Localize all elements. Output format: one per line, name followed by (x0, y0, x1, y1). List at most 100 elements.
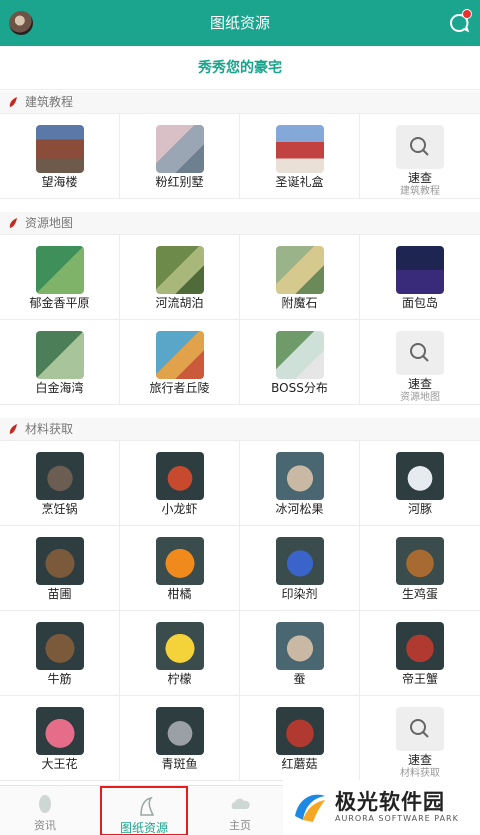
aurora-logo-icon (295, 794, 325, 822)
item-thumbnail (36, 331, 84, 379)
item-thumbnail (36, 622, 84, 670)
item-label: 生鸡蛋 (401, 587, 438, 601)
message-icon[interactable] (448, 9, 472, 34)
search-icon (396, 125, 444, 169)
item-label: 红蘑菇 (281, 757, 318, 771)
item-thumbnail (156, 125, 204, 173)
pepper-icon (9, 97, 17, 107)
item-label: 牛筋 (47, 672, 72, 686)
grid-item[interactable]: 河豚 (360, 441, 480, 526)
item-thumbnail (276, 246, 324, 294)
item-label: 小龙虾 (161, 502, 198, 516)
item-label: 河流胡泊 (155, 296, 204, 310)
item-thumbnail (36, 707, 84, 755)
top-bar: 图纸资源 (0, 0, 480, 46)
search-icon (396, 707, 444, 751)
promo-banner[interactable]: 秀秀您的豪宅 (0, 46, 480, 90)
nav-label: 主页 (229, 819, 251, 832)
item-thumbnail (396, 452, 444, 500)
quick-search-item[interactable]: 速查 资源地图 (360, 320, 480, 405)
maps-grid: 郁金香平原 河流胡泊 附魔石 面包岛 白金海湾 旅行者丘陵 BOSS分布 速查 … (0, 234, 480, 405)
item-thumbnail (36, 246, 84, 294)
watermark-title: 极光软件园 (335, 790, 445, 814)
item-thumbnail (36, 125, 84, 173)
grid-item[interactable]: 柠檬 (120, 611, 240, 696)
item-thumbnail (276, 537, 324, 585)
item-label: 烹饪锅 (41, 502, 78, 516)
cloud-icon (231, 798, 250, 809)
section-header-materials: 材料获取 (0, 418, 480, 440)
item-thumbnail (276, 125, 324, 173)
grid-item[interactable]: 河流胡泊 (120, 235, 240, 320)
blueprint-icon (140, 796, 155, 816)
item-label: 蚕 (293, 672, 306, 686)
nav-label: 图纸资源 (119, 821, 168, 835)
notification-badge (462, 9, 472, 19)
grid-item[interactable]: 帝王蟹 (360, 611, 480, 696)
item-label: 望海楼 (41, 175, 78, 189)
item-label: 青斑鱼 (161, 757, 198, 771)
item-label: 大王花 (41, 757, 78, 771)
quick-search-item[interactable]: 速查 建筑教程 (360, 114, 480, 199)
item-label: 速查 (407, 171, 432, 185)
item-thumbnail (156, 452, 204, 500)
grid-item[interactable]: 烹饪锅 (0, 441, 120, 526)
grid-item[interactable]: 大王花 (0, 696, 120, 781)
grid-item[interactable]: 粉红别墅 (120, 114, 240, 199)
quick-search-item[interactable]: 速查 材料获取 (360, 696, 480, 781)
grid-item[interactable]: 旅行者丘陵 (120, 320, 240, 405)
item-label: 帝王蟹 (401, 672, 438, 686)
grid-item[interactable]: 圣诞礼盒 (240, 114, 360, 199)
item-label: 柠檬 (167, 672, 192, 686)
grid-item[interactable]: 附魔石 (240, 235, 360, 320)
watermark: 极光软件园 AURORA SOFTWARE PARK (283, 780, 480, 835)
pepper-icon (9, 218, 17, 228)
grid-item[interactable]: 小龙虾 (120, 441, 240, 526)
item-label: 粉红别墅 (155, 175, 204, 189)
nav-label: 资讯 (34, 819, 56, 832)
item-label: 印染剂 (281, 587, 318, 601)
grid-item[interactable]: 生鸡蛋 (360, 526, 480, 611)
item-thumbnail (396, 622, 444, 670)
nav-news[interactable]: 资讯 (0, 786, 90, 835)
section-header-maps: 资源地图 (0, 212, 480, 234)
item-thumbnail (276, 707, 324, 755)
item-label: BOSS分布 (271, 381, 328, 395)
grid-item[interactable]: 牛筋 (0, 611, 120, 696)
item-label: 河豚 (407, 502, 432, 516)
grid-item[interactable]: 面包岛 (360, 235, 480, 320)
item-label: 附魔石 (281, 296, 318, 310)
grid-item[interactable]: 白金海湾 (0, 320, 120, 405)
item-thumbnail (36, 537, 84, 585)
page-title: 图纸资源 (209, 14, 270, 32)
section-header-tutorials: 建筑教程 (0, 91, 480, 113)
item-label: 面包岛 (401, 296, 438, 310)
item-label: 速查 (407, 377, 432, 391)
nav-home[interactable]: 主页 (195, 786, 285, 835)
item-thumbnail (36, 452, 84, 500)
tutorials-grid: 望海楼 粉红别墅 圣诞礼盒 速查 建筑教程 (0, 113, 480, 199)
grid-item[interactable]: 郁金香平原 (0, 235, 120, 320)
section-title: 资源地图 (25, 216, 74, 230)
grid-item[interactable]: 红蘑菇 (240, 696, 360, 781)
grid-item[interactable]: BOSS分布 (240, 320, 360, 405)
item-label: 冰河松果 (275, 502, 324, 516)
grid-item[interactable]: 冰河松果 (240, 441, 360, 526)
item-thumbnail (276, 452, 324, 500)
item-sublabel: 材料获取 (400, 768, 440, 779)
item-label: 旅行者丘陵 (149, 381, 210, 395)
section-title: 材料获取 (25, 422, 74, 436)
grid-item[interactable]: 望海楼 (0, 114, 120, 199)
item-label: 白金海湾 (35, 381, 84, 395)
grid-item[interactable]: 印染剂 (240, 526, 360, 611)
item-thumbnail (156, 246, 204, 294)
item-thumbnail (156, 331, 204, 379)
grid-item[interactable]: 柑橘 (120, 526, 240, 611)
grid-item[interactable]: 苗圃 (0, 526, 120, 611)
pepper-icon (9, 424, 17, 434)
grid-item[interactable]: 青斑鱼 (120, 696, 240, 781)
nav-blueprints[interactable]: 图纸资源 (100, 786, 188, 835)
item-label: 圣诞礼盒 (275, 175, 324, 189)
item-thumbnail (156, 707, 204, 755)
grid-item[interactable]: 蚕 (240, 611, 360, 696)
